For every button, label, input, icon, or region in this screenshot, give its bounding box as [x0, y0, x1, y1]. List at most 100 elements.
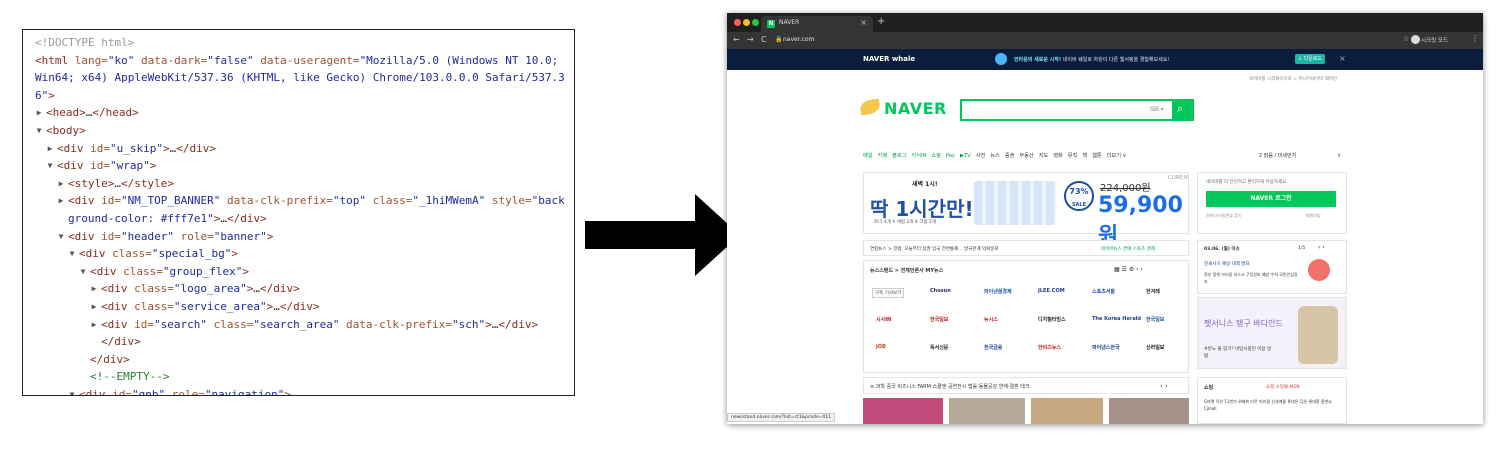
maximize-window-button[interactable] [752, 19, 759, 26]
shopping-title[interactable]: 쇼핑 [1204, 384, 1213, 391]
signup-link[interactable]: 회원가입 [1306, 213, 1321, 219]
news-thumbnail[interactable] [1109, 398, 1189, 424]
press-logo[interactable]: 한국일보 [1146, 316, 1164, 323]
service-link[interactable]: 부동산 [1019, 153, 1033, 159]
expand-triangle-icon[interactable]: ▶ [89, 298, 99, 316]
whale-banner[interactable]: NAVER whale 언타운의 새로운 시작! 네이버 웨일로 차원이 다른 … [727, 49, 1483, 70]
service-link[interactable]: 증권 [1005, 153, 1015, 159]
news-ticker[interactable]: 연합뉴스 > 헌법, 오늘부터 삼권 입국 전면통제... 방국관계 악화일로 … [863, 240, 1189, 256]
service-link[interactable]: 영화 [1053, 153, 1063, 159]
back-button[interactable]: ← [733, 35, 740, 44]
tab-close-button[interactable]: × [860, 18, 867, 27]
code-line[interactable]: ▶ <div class="logo_area">…</div> [23, 280, 574, 298]
search-button[interactable]: ⌕ [1172, 99, 1194, 121]
whale-download-button[interactable]: ↓ 다운로드 [1295, 54, 1325, 64]
service-link[interactable]: 뮤직 [1068, 153, 1078, 159]
shopping-tabs[interactable]: 쇼핑 소핑몰 MEN [1266, 384, 1300, 390]
service-link[interactable]: 책 [1082, 153, 1087, 159]
code-line[interactable]: </div> [23, 333, 574, 351]
reload-button[interactable]: C [761, 35, 767, 44]
press-logo[interactable]: 뉴시스 [984, 316, 998, 323]
bookmark-star-icon[interactable]: ☆ [1403, 35, 1409, 43]
issue-arrows[interactable]: ‹ › [1318, 244, 1325, 251]
expand-triangle-icon[interactable]: ▶ [89, 316, 99, 334]
news-thumbnail[interactable] [1031, 398, 1103, 424]
service-link[interactable]: ▶TV [960, 153, 971, 159]
banner-ad[interactable]: CLIRE.N 새벽 1시! 딱 1시간만! 토너 4개 X 세럼 2개 X 크… [863, 172, 1189, 249]
press-logo[interactable]: 한국일보 [930, 316, 948, 323]
service-link[interactable]: 카페 [878, 153, 888, 159]
code-line[interactable]: <html lang="ko" data-dark="false" data-u… [23, 52, 574, 70]
menu-kebab-icon[interactable]: ⋮ [1471, 34, 1479, 43]
service-link[interactable]: Pay [946, 153, 955, 159]
service-link[interactable]: 뉴스 [990, 153, 1000, 159]
press-logo[interactable]: 디지털타임스 [1038, 316, 1066, 323]
url-field[interactable]: naver.com [783, 36, 814, 43]
press-logo[interactable]: 스포츠서울 [1092, 288, 1115, 295]
code-line[interactable]: Win64; x64) AppleWebKit/537.36 (KHTML, l… [23, 69, 574, 87]
code-line[interactable]: 6"> [23, 87, 574, 105]
collapse-triangle-icon[interactable]: ▼ [67, 386, 77, 395]
code-line[interactable]: ▶ <style>…</style> [23, 175, 574, 193]
top-links[interactable]: 네이버를 시작페이지로 > 쥬니어네이버 해피빈 [1249, 76, 1337, 82]
code-line[interactable]: ▶ <head>…</head> [23, 104, 574, 122]
collapse-triangle-icon[interactable]: ▼ [78, 263, 88, 281]
press-logo[interactable]: 신라일보 [1146, 344, 1164, 351]
press-logo[interactable]: 시사IN [876, 316, 891, 323]
category-tabs[interactable]: ≡ 과학 중국 비즈니스 FARM 스쿨앤 공연전시 법률 동물공감 연애·결혼… [870, 383, 1030, 390]
code-line[interactable]: ▶ <div id="u_skip">…</div> [23, 140, 574, 158]
service-link[interactable]: 블로그 [892, 153, 906, 159]
news-thumbnail[interactable] [949, 398, 1025, 424]
code-line[interactable]: ▼ <body> [23, 122, 574, 140]
expand-triangle-icon[interactable]: ▶ [34, 104, 44, 122]
expand-triangle-icon[interactable]: ▶ [89, 280, 99, 298]
press-logo[interactable]: 파이낸셜경제 [984, 288, 1012, 295]
press-logo[interactable]: 한겨레 [1146, 288, 1160, 295]
collapse-triangle-icon[interactable]: ▼ [34, 122, 44, 140]
expand-triangle-icon[interactable]: ▶ [45, 140, 55, 158]
code-line[interactable]: ▼ <div id="header" role="banner"> [23, 228, 574, 246]
close-window-button[interactable] [734, 19, 741, 26]
code-line[interactable]: ▼ <div id="wrap"> [23, 157, 574, 175]
incognito-avatar-icon[interactable] [1411, 35, 1420, 44]
press-logo[interactable]: 독서신문 [930, 344, 948, 351]
promo-title[interactable]: 전세사기 예방 대책 발표 [1204, 261, 1250, 267]
subscribe-toggle[interactable]: 구독 기사보기 [872, 288, 905, 298]
newsstand-title[interactable]: 뉴스스탠드 > 전체언론사 MY뉴스 [870, 267, 943, 274]
code-line[interactable]: ▶ <div id="NM_TOP_BANNER" data-clk-prefix… [23, 192, 574, 210]
service-link[interactable]: 더보기 ∨ [1107, 153, 1127, 159]
code-line[interactable]: <!DOCTYPE html> [23, 34, 574, 52]
minimize-window-button[interactable] [743, 19, 750, 26]
expand-triangle-icon[interactable]: ▶ [56, 192, 66, 210]
code-line[interactable]: ▶ <div class="service_area">…</div> [23, 298, 574, 316]
code-line[interactable]: ▶ <div id="search" class="search_area" da… [23, 316, 574, 334]
chevron-down-icon[interactable]: ∨ [1337, 152, 1341, 159]
code-line[interactable]: ground-color: #fff7e1">…</div> [23, 210, 574, 228]
code-line[interactable]: <!--EMPTY--> [23, 368, 574, 386]
search-input[interactable]: ⌨ ▾ [960, 99, 1194, 121]
find-account-link[interactable]: 아이디·비밀번호 찾기 [1206, 213, 1242, 219]
browser-tab[interactable]: N NAVER × [761, 16, 873, 32]
category-pager[interactable]: ‹ › [1160, 382, 1168, 390]
code-line[interactable]: </div> [23, 351, 574, 369]
forward-button[interactable]: → [747, 35, 754, 44]
naver-logo[interactable]: NAVER [884, 99, 947, 118]
press-logo[interactable]: Chosun [930, 288, 951, 294]
press-logo[interactable]: 한비즈뉴스 [1038, 344, 1061, 351]
press-logo[interactable]: 파이낸스한국 [1092, 344, 1120, 351]
keyboard-icon[interactable]: ⌨ ▾ [1150, 106, 1164, 113]
shopping-links[interactable]: G마켓 옥션 11번가 위메프 티몬 미라클 신세계몰 롯데온 CJ온 롯데홈 … [1204, 398, 1342, 412]
collapse-triangle-icon[interactable]: ▼ [56, 228, 66, 246]
new-tab-button[interactable]: + [877, 16, 885, 27]
code-line[interactable]: ▼ <div class="group_flex"> [23, 263, 574, 281]
collapse-triangle-icon[interactable]: ▼ [45, 157, 55, 175]
weather-widget[interactable]: 2 맑음 / 미세먼지 [1259, 152, 1296, 159]
banner-close-icon[interactable]: × [1339, 54, 1346, 63]
service-link[interactable]: 메일 [863, 153, 873, 159]
expand-triangle-icon[interactable]: ▶ [56, 175, 66, 193]
service-link[interactable]: 웹툰 [1092, 153, 1102, 159]
collapse-triangle-icon[interactable]: ▼ [67, 245, 77, 263]
ticker-links[interactable]: 네이버뉴스 연예 스포츠 경제 [1101, 246, 1155, 252]
press-logo[interactable]: The Korea Herald [1092, 316, 1141, 322]
service-link[interactable]: 지식iN [911, 153, 926, 159]
